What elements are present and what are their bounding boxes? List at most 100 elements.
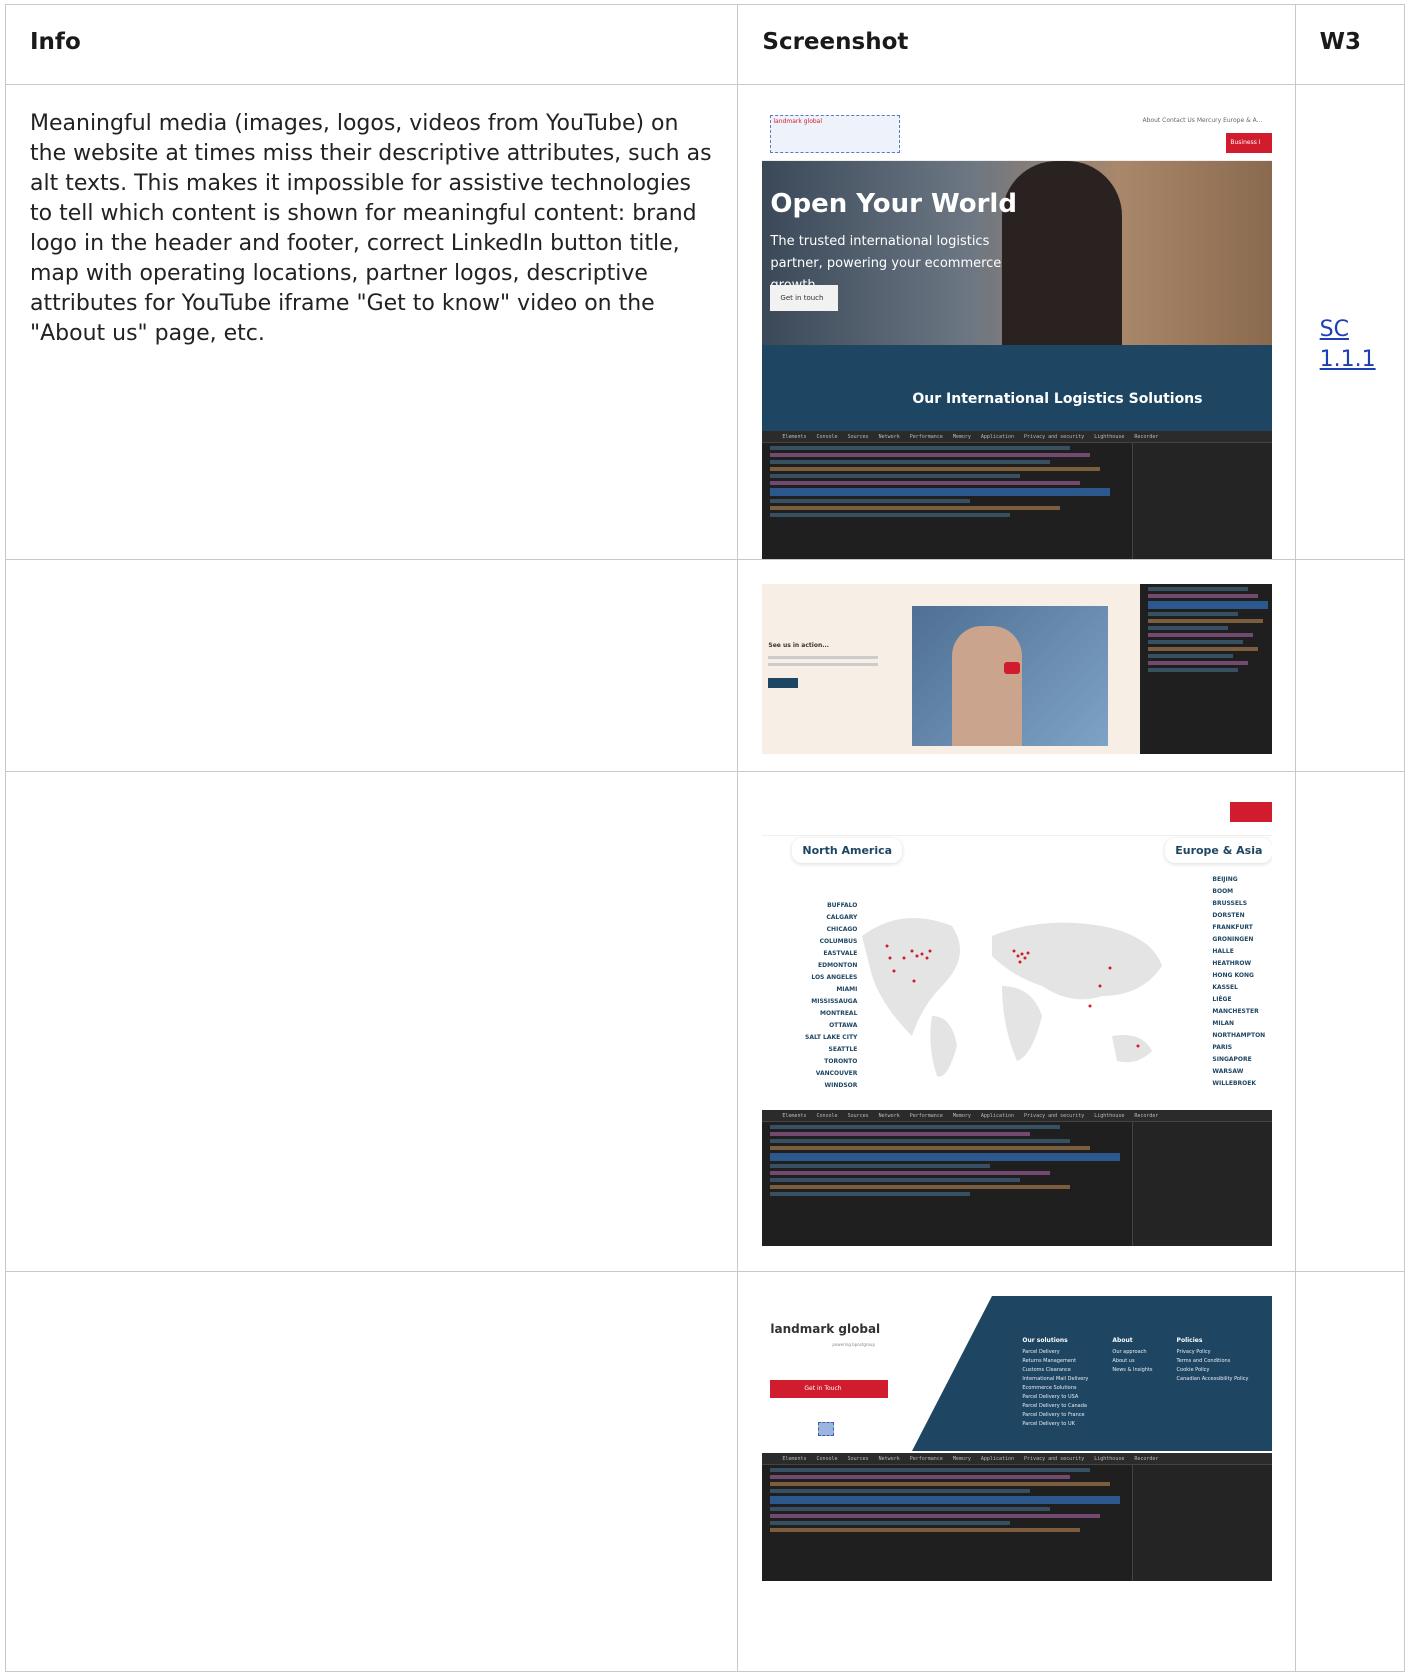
footer-link: Privacy Policy	[1176, 1349, 1211, 1355]
hero-image: Open Your World The trusted internationa…	[762, 161, 1273, 345]
devtools-panel: Elements Console Sources Network Performance…	[762, 1453, 1273, 1581]
city-label: DORSTEN	[1212, 912, 1245, 919]
brand-logo: landmark global	[770, 115, 901, 153]
city-label: VANCOUVER	[815, 1070, 858, 1077]
header-screenshot: Screenshot	[737, 4, 1296, 85]
city-label: COLUMBUS	[819, 938, 858, 945]
table-row: See us in action...	[4, 559, 1406, 772]
screenshot-cell: See us in action...	[737, 559, 1296, 772]
table-row: North America Europe & Asia BUFFALO CALG…	[4, 771, 1406, 1272]
devtools-tab: Network	[878, 433, 900, 440]
footer-logo: landmark global	[770, 1322, 881, 1336]
business-button	[1230, 802, 1273, 822]
devtools-tab: Lighthouse	[1094, 433, 1125, 440]
city-label: KASSEL	[1212, 984, 1238, 991]
solutions-heading: Our International Logistics Solutions	[912, 391, 1203, 407]
footer-link: Customs Clearance	[1022, 1367, 1071, 1373]
devtools-tab: Elements	[782, 1455, 807, 1462]
screenshot-footer: landmark global powering bpostgroup Get …	[762, 1296, 1273, 1581]
devtools-panel	[1140, 584, 1273, 754]
devtools-tab: Sources	[847, 1112, 869, 1119]
footer-link: Parcel Delivery to France	[1022, 1412, 1085, 1418]
table-row: Meaningful media (images, logos, videos …	[4, 84, 1406, 560]
devtools-tab: Elements	[782, 1112, 807, 1119]
city-label: SALT LAKE CITY	[805, 1034, 858, 1041]
w3-criterion-link[interactable]: SC 1.1.1	[1320, 315, 1380, 375]
city-label: EASTVALE	[823, 950, 858, 957]
city-label: EDMONTON	[818, 962, 858, 969]
footer-link: Returns Management	[1022, 1358, 1077, 1364]
screenshot-hero: landmark global About Contact Us Mercury…	[762, 109, 1273, 559]
devtools-tab: Privacy and security	[1024, 1112, 1085, 1119]
devtools-tab: Lighthouse	[1094, 1455, 1125, 1462]
footer-link: Ecommerce Solutions	[1022, 1385, 1077, 1391]
w3-cell	[1294, 771, 1406, 1272]
footer-link: Our approach	[1112, 1349, 1147, 1355]
footer-col-solutions: Our solutions Parcel Delivery Returns Mana…	[1022, 1337, 1089, 1427]
screenshot-video: See us in action...	[762, 584, 1273, 754]
header-row: Info Screenshot W3	[4, 4, 1406, 85]
business-button: Business I	[1226, 133, 1273, 153]
linkedin-icon	[818, 1422, 835, 1436]
screenshot-map: North America Europe & Asia BUFFALO CALG…	[762, 796, 1273, 1246]
city-label: FRANKFURT	[1212, 924, 1253, 931]
devtools-tab: Console	[816, 433, 838, 440]
devtools-tab: Memory	[952, 1112, 971, 1119]
info-text	[4, 771, 739, 1272]
devtools-tab: Sources	[847, 1455, 869, 1462]
header-w3: W3	[1294, 4, 1406, 85]
region-north-america: North America	[792, 838, 903, 863]
play-icon	[1004, 662, 1021, 674]
screenshot-cell: landmark global About Contact Us Mercury…	[737, 84, 1296, 560]
info-text	[4, 1271, 739, 1672]
city-label: CHICAGO	[826, 926, 858, 933]
header-info: Info	[4, 4, 739, 85]
watch-button	[768, 678, 799, 688]
city-label: CALGARY	[826, 914, 858, 921]
footer-logo-tagline: powering bpostgroup	[832, 1342, 876, 1347]
devtools-tab: Lighthouse	[1094, 1112, 1125, 1119]
footer-link: Parcel Delivery	[1022, 1349, 1060, 1355]
city-label: SEATTLE	[828, 1046, 858, 1053]
city-label: PARIS	[1212, 1044, 1233, 1051]
devtools-tab: Application	[980, 433, 1015, 440]
footer-link: Canadian Accessibility Policy	[1176, 1376, 1249, 1382]
city-label: SINGAPORE	[1212, 1056, 1252, 1063]
city-label: GRONINGEN	[1212, 936, 1254, 943]
city-label: LIÈGE	[1212, 996, 1232, 1003]
get-in-touch-button: Get in touch	[770, 285, 839, 311]
footer-get-in-touch-button: Get in Touch	[770, 1380, 889, 1398]
devtools-tab: Elements	[782, 433, 807, 440]
city-label: BRUSSELS	[1212, 900, 1248, 907]
city-label: MILAN	[1212, 1020, 1235, 1027]
info-text	[4, 559, 739, 772]
devtools-tab: Network	[878, 1112, 900, 1119]
city-label: TORONTO	[824, 1058, 858, 1065]
city-label: OTTAWA	[829, 1022, 858, 1029]
devtools-panel: Elements Console Sources Network Performance…	[762, 431, 1273, 559]
devtools-tab: Memory	[952, 1455, 971, 1462]
city-label: BOOM	[1212, 888, 1234, 895]
footer-link: Parcel Delivery to UK	[1022, 1421, 1075, 1427]
city-label: WARSAW	[1212, 1068, 1244, 1075]
city-label: WILLEBROEK	[1212, 1080, 1257, 1087]
footer-col-policies: Policies Privacy Policy Terms and Conditio…	[1176, 1337, 1249, 1382]
w3-cell: SC 1.1.1	[1294, 84, 1406, 560]
devtools-tab: Application	[980, 1112, 1015, 1119]
footer-link: Parcel Delivery to USA	[1022, 1394, 1079, 1400]
w3-cell	[1294, 1271, 1406, 1672]
cities-europe-asia: BEIJING BOOM BRUSSELS DORSTEN FRANKFURT GRONI…	[1212, 874, 1265, 1090]
devtools-tab: Recorder	[1134, 433, 1159, 440]
screenshot-cell: North America Europe & Asia BUFFALO CALG…	[737, 771, 1296, 1272]
devtools-tab: Console	[816, 1455, 838, 1462]
footer-link: News & Insights	[1112, 1367, 1153, 1373]
city-label: HALLE	[1212, 948, 1234, 955]
city-label: HONG KONG	[1212, 972, 1254, 979]
city-label: WINDSOR	[824, 1082, 858, 1089]
solutions-band: Our International Logistics Solutions	[762, 345, 1273, 431]
city-label: MISSISSAUGA	[811, 998, 858, 1005]
city-label: BUFFALO	[827, 902, 858, 909]
devtools-panel: Elements Console Sources Network Performance…	[762, 1110, 1273, 1246]
city-label: MONTREAL	[820, 1010, 858, 1017]
cities-north-america: BUFFALO CALGARY CHICAGO COLUMBUS EASTVALE EDM…	[805, 900, 857, 1092]
